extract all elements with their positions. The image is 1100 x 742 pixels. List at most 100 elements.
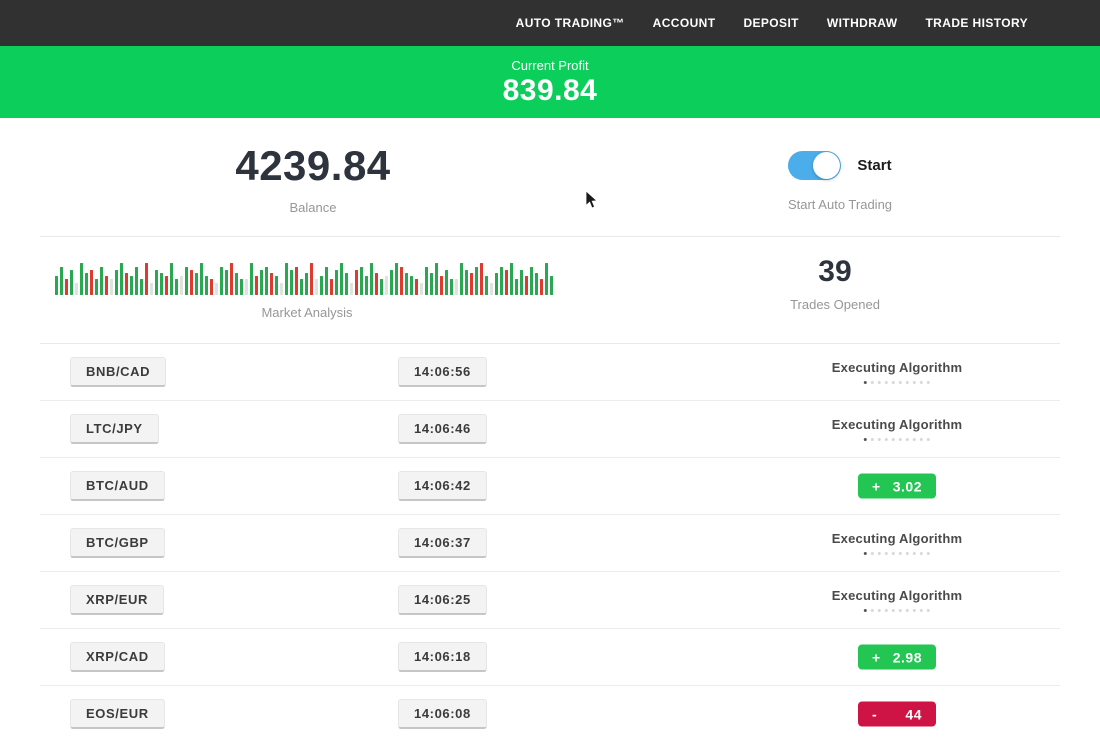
badge-value: 3.02 — [893, 478, 922, 494]
table-row: BTC/AUD 14:06:42 +3.02 — [40, 458, 1060, 515]
time-pill: 14:06:08 — [398, 699, 487, 729]
market-bar — [545, 263, 548, 295]
market-bar — [510, 263, 513, 295]
progress-dot — [878, 609, 881, 612]
table-row: EOS/EUR 14:06:08 -44 — [40, 686, 1060, 742]
market-bar — [55, 276, 58, 295]
current-profit-banner: Current Profit 839.84 — [0, 46, 1100, 118]
trades-opened-block: 39 Trades Opened — [790, 255, 880, 312]
market-bar — [385, 276, 388, 295]
market-bar — [205, 276, 208, 295]
market-bar — [90, 270, 93, 295]
progress-dot — [906, 609, 909, 612]
progress-dot — [892, 552, 895, 555]
market-bar — [65, 279, 68, 295]
progress-dot — [871, 552, 874, 555]
start-auto-trading-toggle[interactable] — [788, 151, 841, 180]
market-row: Market Analysis 39 Trades Opened — [40, 237, 1060, 344]
market-bar — [480, 263, 483, 295]
trade-status: -44 — [858, 702, 936, 727]
market-bar — [490, 283, 493, 295]
pair-pill[interactable]: BNB/CAD — [70, 357, 166, 387]
balance-label: Balance — [235, 200, 390, 215]
trade-status: +3.02 — [858, 474, 936, 499]
pair-pill[interactable]: XRP/CAD — [70, 642, 165, 672]
progress-dot — [871, 381, 874, 384]
pair-pill[interactable]: BTC/GBP — [70, 528, 165, 558]
progress-dot — [899, 438, 902, 441]
market-bar — [75, 283, 78, 295]
market-bar — [540, 279, 543, 295]
table-row: BTC/GBP14:06:37Executing Algorithm — [40, 515, 1060, 572]
time-pill: 14:06:56 — [398, 357, 487, 387]
market-bar — [175, 279, 178, 295]
nav-item-auto-trading[interactable]: AUTO TRADING™ — [516, 16, 625, 30]
progress-dot — [913, 552, 916, 555]
market-bar — [330, 279, 333, 295]
market-bar — [425, 267, 428, 295]
market-bar — [140, 279, 143, 295]
market-bar — [340, 263, 343, 295]
progress-dot — [892, 609, 895, 612]
market-bar — [400, 267, 403, 295]
market-bar — [85, 273, 88, 295]
progress-dot — [906, 381, 909, 384]
pair-pill[interactable]: EOS/EUR — [70, 699, 165, 729]
market-bar — [265, 267, 268, 295]
progress-dot — [878, 381, 881, 384]
progress-dot — [899, 381, 902, 384]
progress-dot — [864, 609, 867, 612]
trade-status: Executing Algorithm — [832, 360, 962, 384]
market-bar — [135, 267, 138, 295]
market-bar — [200, 263, 203, 295]
progress-dot — [927, 381, 930, 384]
badge-value: 2.98 — [893, 649, 922, 665]
market-bar — [370, 263, 373, 295]
market-bar — [415, 279, 418, 295]
market-bar — [455, 279, 458, 295]
market-bar — [325, 267, 328, 295]
market-bar — [485, 276, 488, 295]
market-bar — [530, 267, 533, 295]
progress-dot — [892, 438, 895, 441]
market-bar — [215, 283, 218, 295]
nav-item-account[interactable]: ACCOUNT — [653, 16, 716, 30]
progress-dot — [927, 438, 930, 441]
pair-pill[interactable]: XRP/EUR — [70, 585, 164, 615]
nav-item-deposit[interactable]: DEPOSIT — [743, 16, 798, 30]
time-pill: 14:06:42 — [398, 471, 487, 501]
market-bar — [110, 279, 113, 295]
pair-pill[interactable]: BTC/AUD — [70, 471, 165, 501]
auto-trading-toggle-block: Start Start Auto Trading — [788, 151, 892, 212]
market-bar — [150, 283, 153, 295]
market-bar — [320, 276, 323, 295]
market-bar — [505, 270, 508, 295]
market-bar — [185, 267, 188, 295]
market-bar — [365, 276, 368, 295]
progress-dot — [913, 609, 916, 612]
market-bar — [95, 279, 98, 295]
executing-algorithm-label: Executing Algorithm — [832, 417, 962, 432]
progress-dot — [913, 438, 916, 441]
summary-row: 4239.84 Balance Start Start Auto Trading — [40, 118, 1060, 237]
pair-pill[interactable]: LTC/JPY — [70, 414, 159, 444]
table-row: XRP/EUR14:06:25Executing Algorithm — [40, 572, 1060, 629]
market-bar — [160, 273, 163, 295]
market-bar — [305, 273, 308, 295]
market-bar — [180, 276, 183, 295]
nav-item-withdraw[interactable]: WITHDRAW — [827, 16, 898, 30]
market-bar — [155, 270, 158, 295]
market-bar — [345, 273, 348, 295]
progress-dot — [927, 552, 930, 555]
market-bar — [270, 273, 273, 295]
market-bar — [495, 273, 498, 295]
trades-opened-label: Trades Opened — [790, 297, 880, 312]
trades-opened-value: 39 — [790, 255, 880, 289]
market-bar — [470, 273, 473, 295]
market-bar — [70, 270, 73, 295]
market-bar — [350, 283, 353, 295]
progress-dots — [832, 609, 962, 612]
profit-badge: +3.02 — [858, 474, 936, 499]
market-bar — [100, 267, 103, 295]
nav-item-trade-history[interactable]: TRADE HISTORY — [925, 16, 1028, 30]
